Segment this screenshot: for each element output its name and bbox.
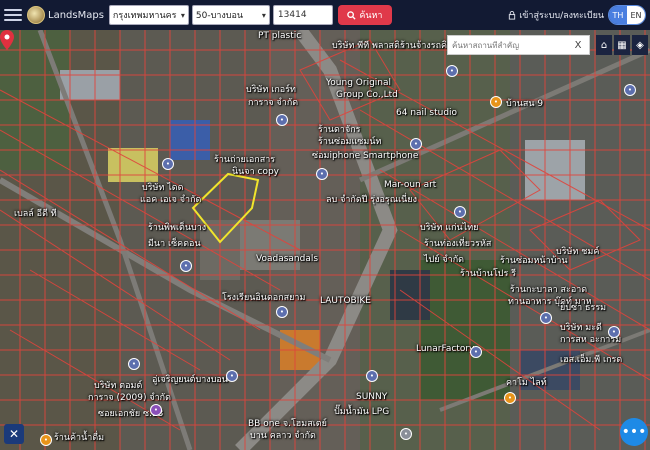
district-select[interactable]: 50-บางบอน ▾ <box>191 5 270 25</box>
chevron-down-icon: ▾ <box>180 10 185 20</box>
navbar-right: เข้าสู่ระบบ/ลงทะเบียน TH EN <box>508 5 646 25</box>
lang-th-button[interactable]: TH <box>609 6 627 24</box>
map-canvas[interactable] <box>0 30 650 450</box>
login-label: เข้าสู่ระบบ/ลงทะเบียน <box>519 11 604 21</box>
poi-pin-icon[interactable]: • <box>226 370 238 382</box>
language-toggle: TH EN <box>608 5 646 25</box>
province-value: กรุงเทพมหานคร <box>112 11 177 21</box>
poi-pin-icon[interactable]: • <box>608 326 620 338</box>
satellite-map[interactable]: PT plastic บริษัท พีที พลาสติก ร้านจ้างร… <box>0 30 650 450</box>
chevron-down-icon: ▾ <box>261 10 266 20</box>
grid-icon[interactable]: ▦ <box>614 35 630 55</box>
poi-pin-icon[interactable]: • <box>276 114 288 126</box>
clear-search-button[interactable]: X <box>568 40 588 51</box>
poi-pin-icon[interactable]: • <box>316 168 328 180</box>
poi-pin-icon[interactable]: • <box>490 96 502 108</box>
poi-pin-icon[interactable]: • <box>40 434 52 446</box>
chat-icon[interactable]: ••• <box>620 418 648 446</box>
poi-pin-icon[interactable]: • <box>128 358 140 370</box>
place-search-box: X <box>447 35 590 55</box>
poi-pin-icon[interactable]: • <box>454 206 466 218</box>
poi-pin-icon[interactable]: • <box>366 370 378 382</box>
map-marker-icon[interactable] <box>0 30 14 50</box>
poi-pin-icon[interactable]: • <box>180 260 192 272</box>
district-value: 50-บางบอน <box>195 11 244 21</box>
poi-pin-icon[interactable]: • <box>400 428 412 440</box>
poi-pin-icon[interactable]: • <box>540 312 552 324</box>
menu-icon[interactable] <box>4 5 22 25</box>
poi-pin-icon[interactable]: • <box>470 346 482 358</box>
search-button[interactable]: ค้นหา <box>337 5 392 25</box>
top-navbar: LandsMaps กรุงเทพมหานคร ▾ 50-บางบอน ▾ ค้… <box>0 0 650 30</box>
poi-pin-icon[interactable]: • <box>276 306 288 318</box>
lang-en-button[interactable]: EN <box>627 6 645 24</box>
map-toolbar: ⌂ ▦ ◈ <box>596 35 648 55</box>
layers-icon[interactable]: ◈ <box>632 35 648 55</box>
poi-pin-icon[interactable]: • <box>446 65 458 77</box>
home-icon[interactable]: ⌂ <box>596 35 612 55</box>
poi-pin-icon[interactable]: • <box>150 404 162 416</box>
brand-name: LandsMaps <box>48 9 104 21</box>
search-icon <box>347 10 356 20</box>
parcel-number-input[interactable] <box>272 5 333 25</box>
poi-pin-icon[interactable]: • <box>504 392 516 404</box>
lock-icon <box>509 10 516 20</box>
province-select[interactable]: กรุงเทพมหานคร ▾ <box>108 5 189 25</box>
search-button-label: ค้นหา <box>359 11 383 21</box>
poi-pin-icon[interactable]: • <box>410 138 422 150</box>
login-link[interactable]: เข้าสู่ระบบ/ลงทะเบียน <box>508 8 604 22</box>
place-search-input[interactable] <box>448 40 568 50</box>
poi-pin-icon[interactable]: • <box>162 158 174 170</box>
landsmaps-logo <box>27 6 45 24</box>
tools-icon[interactable]: ✕ <box>4 424 24 444</box>
poi-pin-icon[interactable]: • <box>624 84 636 96</box>
